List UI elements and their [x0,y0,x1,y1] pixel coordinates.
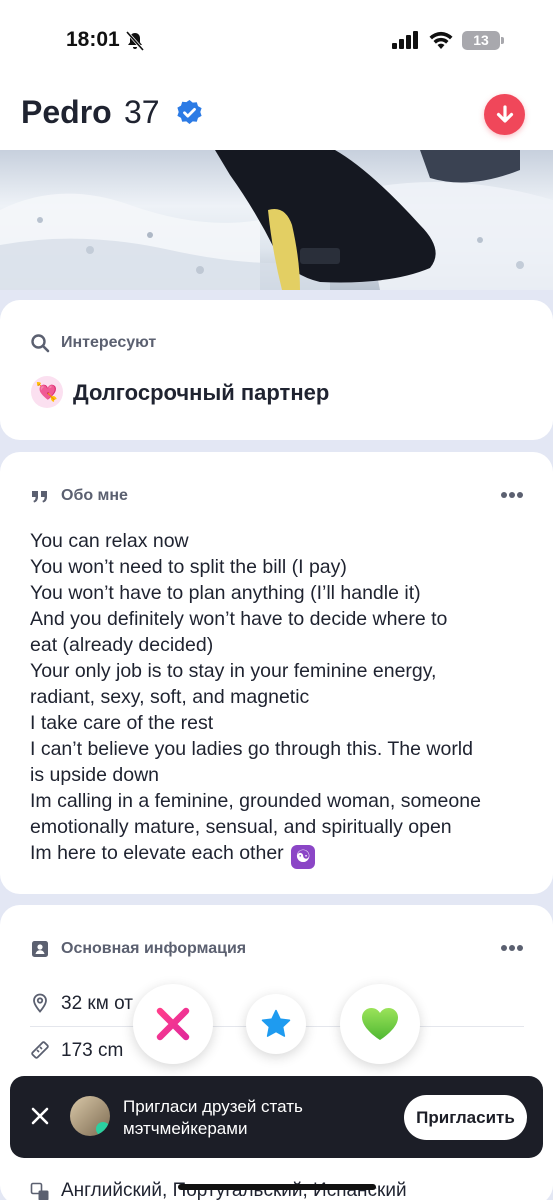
about-line: eat (already decided) [30,634,214,656]
avatar [70,1096,110,1136]
heart-badge-icon [96,1122,110,1136]
search-icon [31,334,50,353]
scroll-down-button[interactable] [484,94,525,135]
invite-button[interactable]: Пригласить [404,1095,527,1140]
profile-photo[interactable] [0,150,553,290]
quote-icon [32,491,47,503]
more-options-icon[interactable] [500,944,524,952]
star-icon [261,1009,291,1037]
translate-icon [30,1182,49,1200]
like-button[interactable] [340,984,420,1064]
wifi-icon [429,31,453,49]
interests-card [0,300,553,440]
about-line-last: Im here to elevate each other ☯ [30,840,530,869]
invite-banner: Пригласи друзей стать мэтчмейкерами Приг… [10,1076,543,1158]
height-text: 173 cm [61,1040,124,1061]
about-line: Your only job is to stay in your feminin… [30,660,437,682]
about-line: Im calling in a feminine, grounded woman… [30,790,481,812]
languages-text: Английский, Португальский, Испанский [61,1180,407,1200]
ruler-icon [31,1041,49,1059]
about-line-text: Im here to elevate each other [30,842,284,864]
about-line: You won’t need to split the bill (I pay) [30,556,347,578]
arrow-down-icon [496,104,513,123]
about-line: radiant, sexy, soft, and magnetic [30,686,310,708]
heart-arrow-icon: 💘 [31,376,63,408]
profile-age: 37 [124,94,160,130]
verified-badge-icon [177,100,202,124]
about-line: You won’t have to plan anything (I’ll ha… [30,582,421,604]
about-text: You can relax now You won’t need to spli… [30,528,530,869]
about-line: is upside down [30,764,159,786]
about-line: I can’t believe you ladies go through th… [30,738,473,760]
heart-icon [362,1008,398,1040]
about-line: emotionally mature, sensual, and spiritu… [30,816,452,838]
about-line: You can relax now [30,530,189,552]
basic-info-title: Основная информация [61,940,247,957]
home-indicator[interactable] [178,1184,376,1190]
yin-yang-icon: ☯ [291,845,316,869]
photo-snow-glove [0,150,553,290]
about-title: Обо мне [61,487,128,504]
muted-bell-icon [125,31,145,51]
pass-button[interactable] [133,984,213,1064]
invite-text: Пригласи друзей стать мэтчмейкерами [123,1097,303,1138]
location-pin-icon [33,993,47,1013]
interests-title: Интересуют [61,334,157,351]
about-line: I take care of the rest [30,712,214,734]
about-line: And you definitely won’t have to decide … [30,608,448,630]
close-icon[interactable] [28,1104,52,1128]
interests-value: Долгосрочный партнер [73,380,330,405]
profile-name: Pedro [21,94,112,130]
more-options-icon[interactable] [500,491,524,499]
signal-icon [392,31,418,49]
id-card-icon [32,941,48,957]
battery-indicator: 13 [462,31,504,50]
super-like-button[interactable] [246,994,306,1054]
status-time: 18:01 [66,28,120,51]
distance-text: 32 км от [61,993,133,1014]
close-x-icon [156,1007,190,1041]
